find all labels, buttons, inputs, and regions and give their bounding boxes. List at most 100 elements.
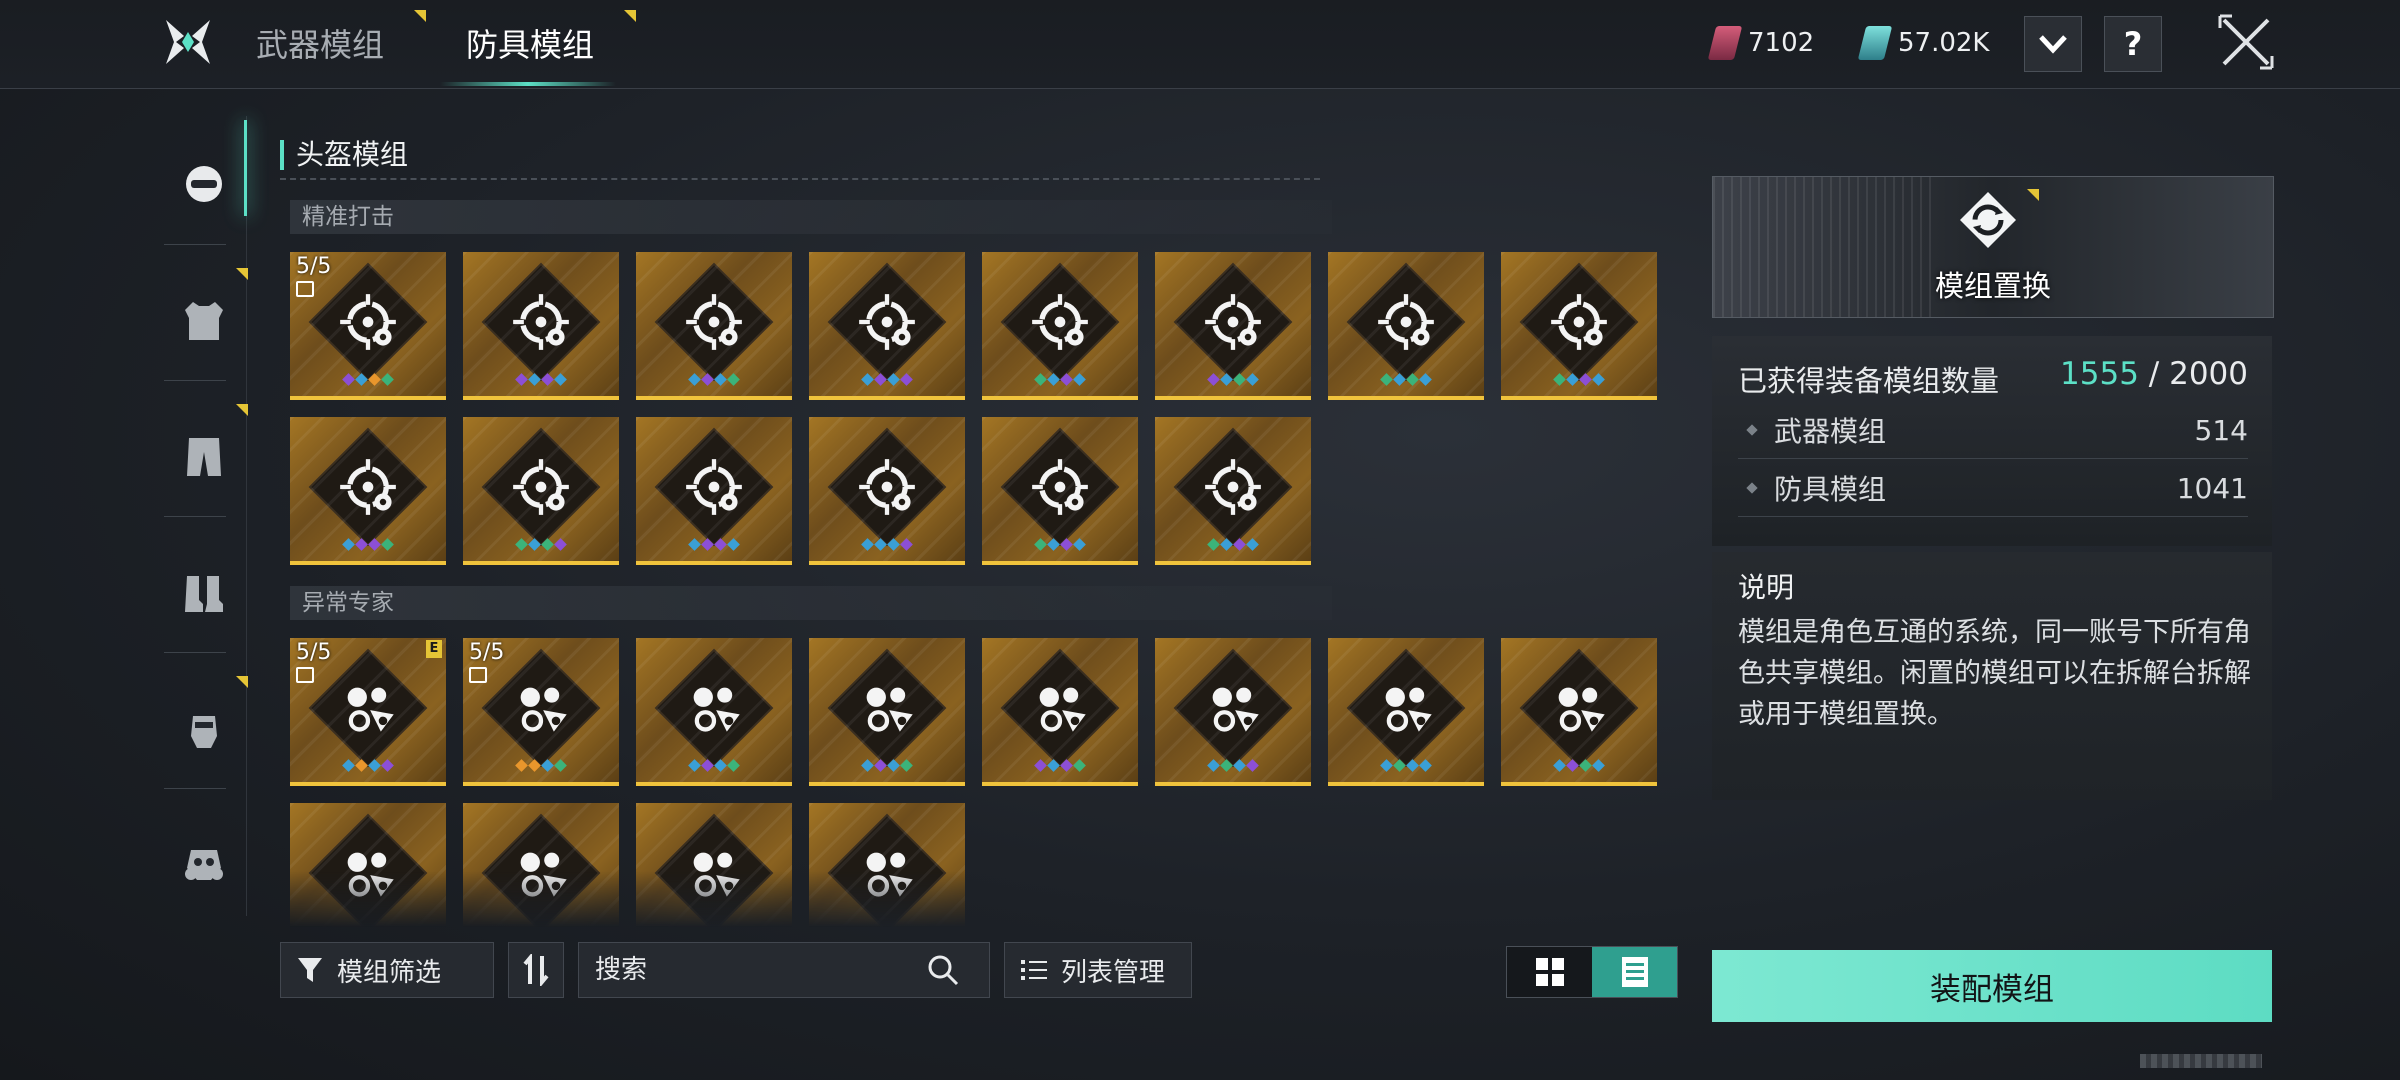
gem-icon	[528, 538, 541, 551]
new-indicator	[2027, 189, 2039, 201]
nav-pants[interactable]	[160, 390, 248, 524]
crosshair-gear-icon	[1378, 294, 1434, 350]
nav-separator	[164, 652, 226, 653]
mod-card[interactable]	[982, 638, 1138, 786]
crosshair-gear-icon	[1032, 294, 1088, 350]
gem-slots	[1328, 373, 1484, 386]
total-max: 2000	[2169, 356, 2248, 392]
gem-icon	[1419, 759, 1432, 772]
gem-icon	[861, 373, 874, 386]
total-label: 已获得装备模组数量	[1738, 364, 2000, 398]
gem-icon	[1207, 759, 1220, 772]
gem-icon	[900, 373, 913, 386]
gem-icon	[861, 759, 874, 772]
gem-slots	[636, 759, 792, 772]
gem-icon	[515, 373, 528, 386]
tab-armor-mods[interactable]: 防具模组	[466, 20, 594, 66]
mod-card[interactable]	[463, 417, 619, 565]
anomaly-gear-icon	[1558, 687, 1605, 732]
gem-icon	[1246, 538, 1259, 551]
mod-card[interactable]: 5/5	[290, 252, 446, 400]
gem-icon	[528, 759, 541, 772]
gem-icon	[714, 538, 727, 551]
gem-slots	[636, 538, 792, 551]
gem-icon	[1060, 538, 1073, 551]
mod-card[interactable]	[1155, 417, 1311, 565]
crosshair-gear-icon	[1205, 459, 1261, 515]
list-manage-button[interactable]: 列表管理	[1004, 942, 1192, 998]
nav-helmet[interactable]	[160, 118, 248, 252]
list-view-button[interactable]	[1592, 947, 1677, 997]
mod-card[interactable]	[1155, 638, 1311, 786]
gem-slots	[463, 373, 619, 386]
mod-card[interactable]	[290, 417, 446, 565]
gem-icon	[1566, 759, 1579, 772]
gem-icon	[701, 538, 714, 551]
search-input[interactable]	[593, 954, 927, 986]
mod-card[interactable]	[1501, 638, 1657, 786]
mod-card[interactable]	[809, 252, 965, 400]
mod-card[interactable]	[636, 417, 792, 565]
gem-icon	[515, 759, 528, 772]
gem-icon	[1579, 759, 1592, 772]
crosshair-gear-icon	[1032, 459, 1088, 515]
nav-body-armor[interactable]	[160, 254, 248, 388]
mod-card[interactable]	[809, 638, 965, 786]
gem-icon	[541, 373, 554, 386]
mod-card[interactable]	[982, 252, 1138, 400]
gem-icon	[1592, 373, 1605, 386]
mod-card[interactable]	[809, 417, 965, 565]
mod-replace-banner[interactable]: 模组置换	[1712, 176, 2274, 318]
mod-card[interactable]	[463, 803, 619, 927]
gem-icon	[1579, 373, 1592, 386]
gem-icon	[1380, 373, 1393, 386]
nav-gloves[interactable]	[160, 662, 248, 796]
mod-card[interactable]	[290, 803, 446, 927]
anomaly-gear-icon	[1385, 687, 1432, 732]
list-view-icon	[1621, 957, 1648, 987]
gem-slots	[1155, 538, 1311, 551]
close-icon[interactable]	[2218, 14, 2274, 70]
mod-card[interactable]	[463, 252, 619, 400]
gem-icon	[342, 759, 355, 772]
equip-mod-button[interactable]: 装配模组	[1712, 950, 2272, 1022]
gem-slots	[463, 759, 619, 772]
nav-gas-mask[interactable]	[160, 798, 248, 932]
lock-count: 5/5	[296, 640, 332, 665]
mod-card[interactable]	[982, 417, 1138, 565]
game-logo-icon	[166, 20, 210, 64]
mod-card[interactable]	[636, 803, 792, 927]
gem-icon	[1246, 373, 1259, 386]
mod-card[interactable]	[1501, 252, 1657, 400]
gem-icon	[1220, 538, 1233, 551]
mod-card[interactable]	[1328, 638, 1484, 786]
gem-icon	[1233, 538, 1246, 551]
tab-weapon-mods[interactable]: 武器模组	[256, 20, 384, 66]
mod-card[interactable]	[636, 638, 792, 786]
filter-button[interactable]: 模组筛选	[280, 942, 494, 998]
gem-icon	[554, 759, 567, 772]
boots-icon	[185, 576, 223, 612]
gem-slots	[290, 538, 446, 551]
lock-icon	[296, 667, 314, 683]
search-icon[interactable]	[927, 954, 959, 986]
lock-count: 5/5	[469, 640, 505, 665]
grid-view-button[interactable]	[1507, 947, 1592, 997]
mod-card[interactable]	[1155, 252, 1311, 400]
mod-card[interactable]	[1328, 252, 1484, 400]
mod-card[interactable]	[636, 252, 792, 400]
gem-icon	[1060, 759, 1073, 772]
gem-icon	[1553, 373, 1566, 386]
sort-button[interactable]	[508, 942, 564, 998]
nav-boots[interactable]	[160, 526, 248, 660]
mod-card[interactable]	[809, 803, 965, 927]
gem-icon	[1047, 373, 1060, 386]
swap-cycle-icon	[1960, 192, 2016, 248]
gem-slots	[1501, 759, 1657, 772]
mod-card[interactable]: 5/5	[463, 638, 619, 786]
mod-card[interactable]: 5/5 E	[290, 638, 446, 786]
help-button[interactable]: ?	[2104, 16, 2162, 72]
gem-icon	[1406, 759, 1419, 772]
anomaly-gear-icon	[347, 687, 394, 732]
dropdown-button[interactable]	[2024, 16, 2082, 72]
